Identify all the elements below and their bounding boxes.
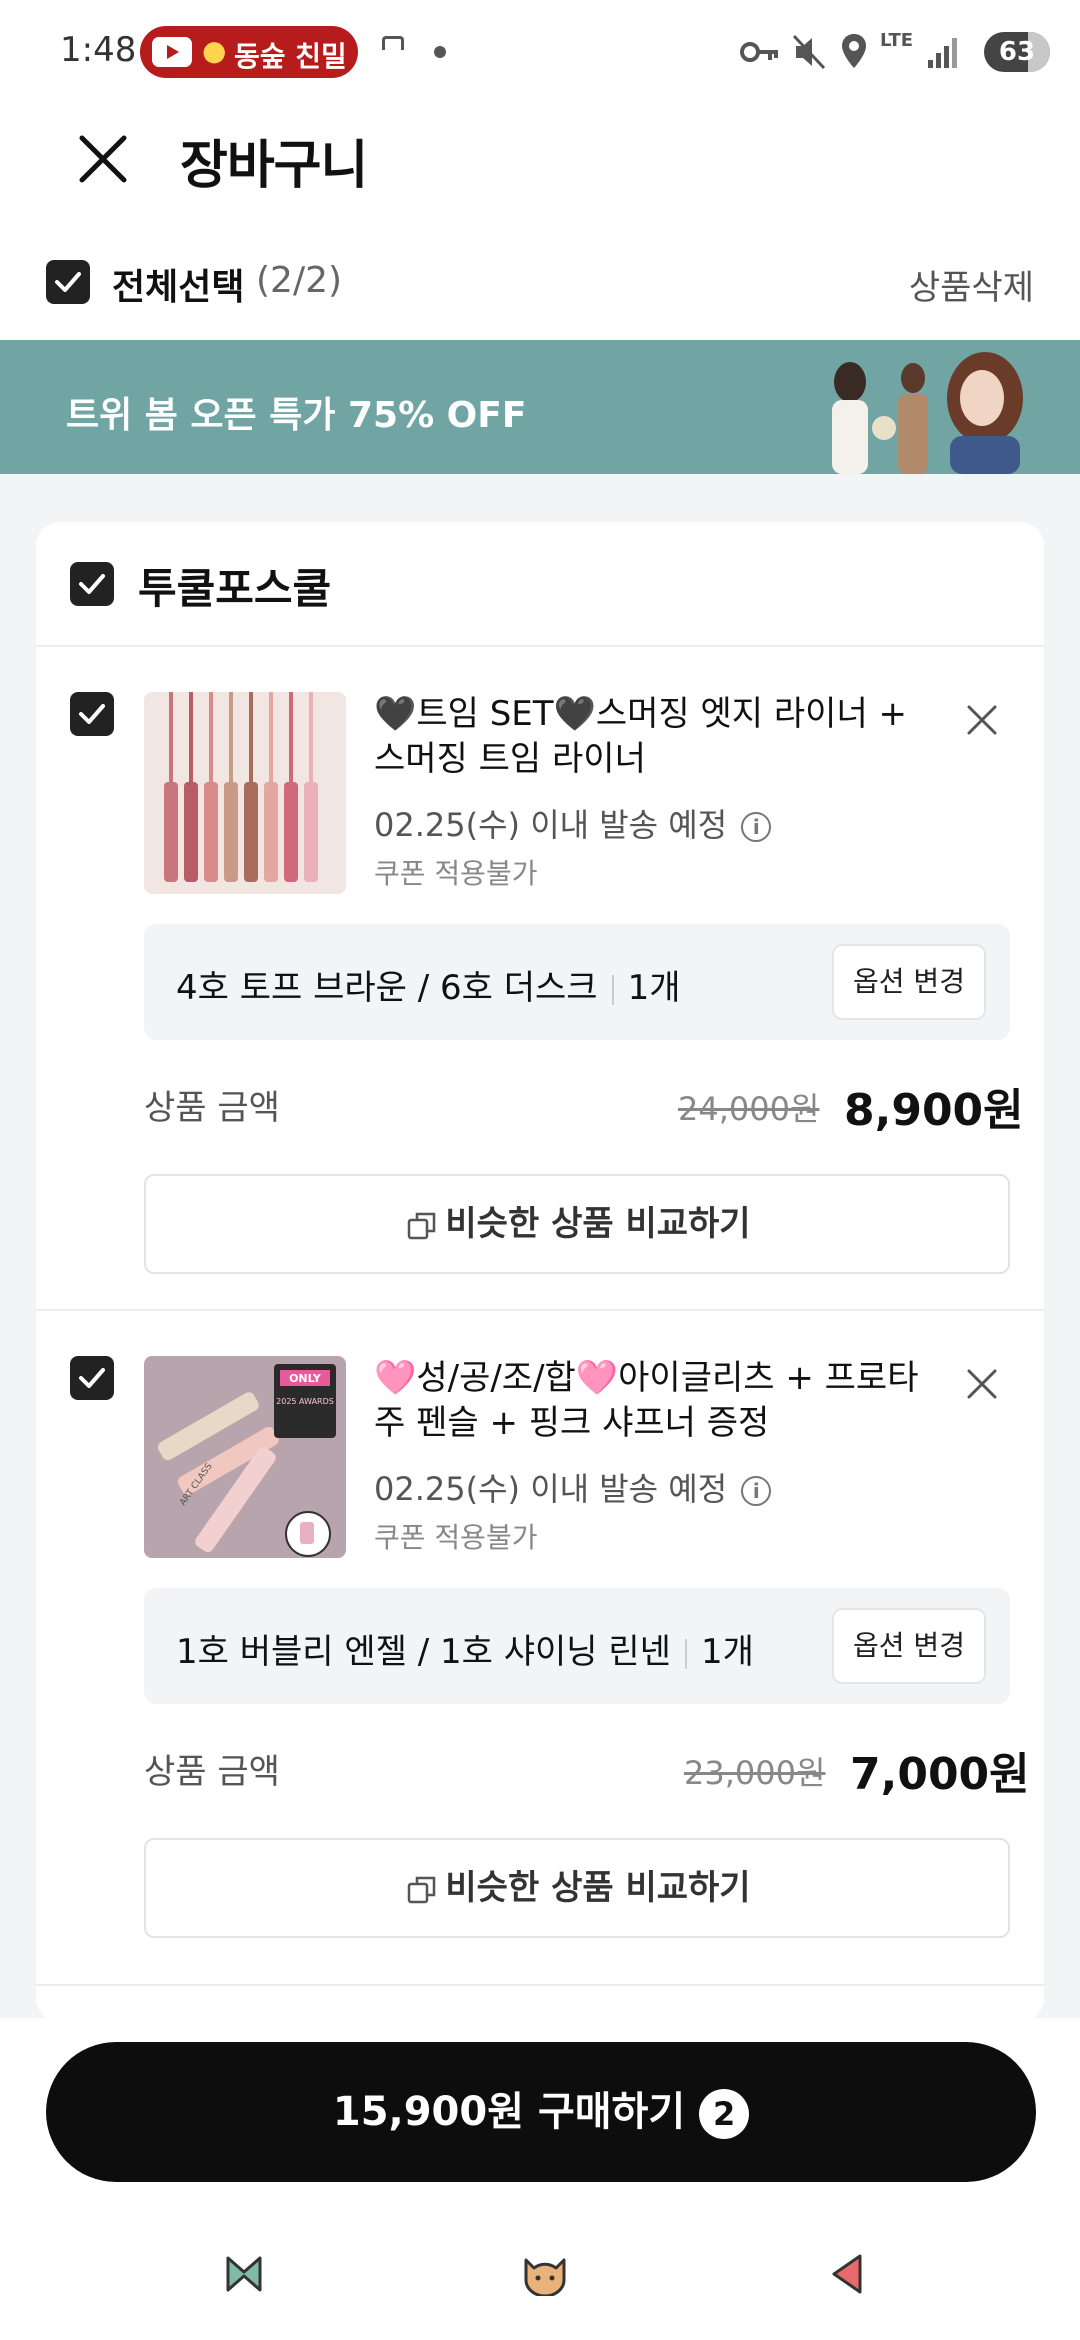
award-badge-text: ONLY [289, 1372, 322, 1385]
banner-text: 트위 봄 오픈 특가 75% OFF [66, 395, 527, 436]
compare-label: 비슷한 상품 비교하기 [445, 1204, 751, 1244]
coupon-note: 쿠폰 적용불가 [374, 1521, 538, 1554]
mute-icon [792, 34, 826, 70]
nav-recents-icon[interactable] [222, 2252, 266, 2296]
header [0, 105, 1080, 235]
item-title[interactable]: 🩷성/공/조/합🩷아이글리츠 + 프로타주 펜슬 + 핑크 샤프너 증정 [374, 1356, 934, 1446]
ship-date: 02.25(수) 이내 발송 예정 i [374, 1464, 772, 1510]
price-label: 상품 금액 [144, 1088, 280, 1128]
youtube-icon [152, 37, 192, 67]
coupon-note: 쿠폰 적용불가 [374, 857, 538, 890]
location-icon [842, 34, 866, 68]
remove-item-icon[interactable] [966, 1368, 998, 1400]
info-icon[interactable]: i [741, 1476, 772, 1506]
item-title[interactable]: 🖤트임 SET🖤스머징 엣지 라이너 + 스머징 트임 라이너 [374, 692, 934, 782]
option-separator [611, 974, 614, 1005]
option-qty: 1개 [700, 1632, 754, 1672]
minimized-window-icon [382, 36, 404, 50]
option-box: 1호 버블리 엔젤 / 1호 샤이닝 린넨 1개 옵션 변경 [144, 1588, 1010, 1704]
remove-item-icon[interactable] [966, 704, 998, 736]
option-name: 4호 토프 브라운 / 6호 더스크 [176, 968, 598, 1008]
youtube-notification-pill[interactable]: ● 동숲 친밀 [140, 26, 358, 78]
select-all-checkbox[interactable] [46, 260, 90, 304]
page-title: 장바구니 [180, 136, 368, 196]
close-icon[interactable] [78, 134, 128, 184]
final-price: 7,000원 [850, 1749, 1030, 1800]
banner-models-image [832, 352, 1023, 474]
status-icons: LTE 63 [740, 28, 1050, 78]
store-checkbox[interactable] [70, 562, 114, 606]
key-icon [740, 42, 778, 62]
delete-products-button[interactable]: 상품삭제 [909, 260, 1034, 309]
change-option-button[interactable]: 옵션 변경 [832, 1608, 986, 1684]
product-image[interactable]: ONLY 2025 AWARDS ART CLASS [144, 1356, 346, 1558]
compare-button-content: 비슷한 상품 비교하기 [146, 1840, 1012, 1936]
compare-similar-button[interactable]: 비슷한 상품 비교하기 [144, 1174, 1010, 1274]
check-icon [79, 1368, 105, 1388]
promo-banner[interactable]: 트위 봄 오픈 특가 75% OFF [0, 340, 1080, 474]
purchase-button[interactable]: 15,900원 구매하기 2 [46, 2042, 1036, 2182]
product-image[interactable] [144, 692, 346, 894]
item-checkbox[interactable] [70, 692, 114, 736]
info-icon[interactable]: i [741, 812, 772, 842]
select-all-count: (2/2) [256, 260, 343, 301]
check-icon [79, 704, 105, 724]
option-text: 4호 토프 브라운 / 6호 더스크 1개 [176, 960, 680, 1009]
notification-text: 동숲 친밀 [234, 40, 347, 73]
lte-label: LTE [880, 30, 914, 51]
purchase-count-badge: 2 [699, 2089, 750, 2139]
select-all-label[interactable]: 전체선택 [112, 258, 244, 310]
price-label: 상품 금액 [144, 1752, 280, 1792]
notification-dot-icon [434, 46, 446, 58]
option-qty: 1개 [627, 968, 681, 1008]
divider [36, 1984, 1044, 1986]
ship-date-text: 02.25(수) 이내 발송 예정 [374, 1470, 728, 1508]
divider [36, 1309, 1044, 1311]
check-icon [55, 272, 81, 292]
signal-icon [928, 38, 957, 68]
divider [36, 645, 1044, 647]
status-bar: 1:48 ● 동숲 친밀 LTE 63 [0, 0, 1080, 105]
ship-date-text: 02.25(수) 이내 발송 예정 [374, 806, 728, 844]
compare-similar-button[interactable]: 비슷한 상품 비교하기 [144, 1838, 1010, 1938]
purchase-button-content: 15,900원 구매하기 2 [46, 2042, 1036, 2182]
option-text: 1호 버블리 엔젤 / 1호 샤이닝 린넨 1개 [176, 1624, 754, 1673]
nav-back-icon[interactable] [828, 2252, 868, 2296]
store-name[interactable]: 투쿨포스쿨 [138, 555, 331, 616]
copy-icon [408, 1212, 436, 1239]
final-price: 8,900원 [844, 1085, 1024, 1136]
check-icon [79, 574, 105, 594]
item-checkbox[interactable] [70, 1356, 114, 1400]
lightbulb-icon: ● [202, 34, 227, 67]
copy-icon [408, 1876, 436, 1903]
option-separator [684, 1638, 687, 1669]
compare-label: 비슷한 상품 비교하기 [445, 1868, 751, 1908]
ship-date: 02.25(수) 이내 발송 예정 i [374, 800, 772, 846]
change-option-button[interactable]: 옵션 변경 [832, 944, 986, 1020]
battery-indicator: 63 [984, 32, 1050, 72]
compare-button-content: 비슷한 상품 비교하기 [146, 1176, 1012, 1272]
status-time: 1:48 [60, 30, 137, 70]
original-price: 23,000원 [684, 1754, 826, 1792]
original-price: 24,000원 [678, 1090, 820, 1128]
option-name: 1호 버블리 엔젤 / 1호 샤이닝 린넨 [176, 1632, 671, 1672]
purchase-label: 15,900원 구매하기 [332, 2089, 686, 2135]
award-text: 2025 AWARDS [276, 1397, 334, 1406]
option-box: 4호 토프 브라운 / 6호 더스크 1개 옵션 변경 [144, 924, 1010, 1040]
nav-home-icon[interactable] [520, 2252, 570, 2296]
